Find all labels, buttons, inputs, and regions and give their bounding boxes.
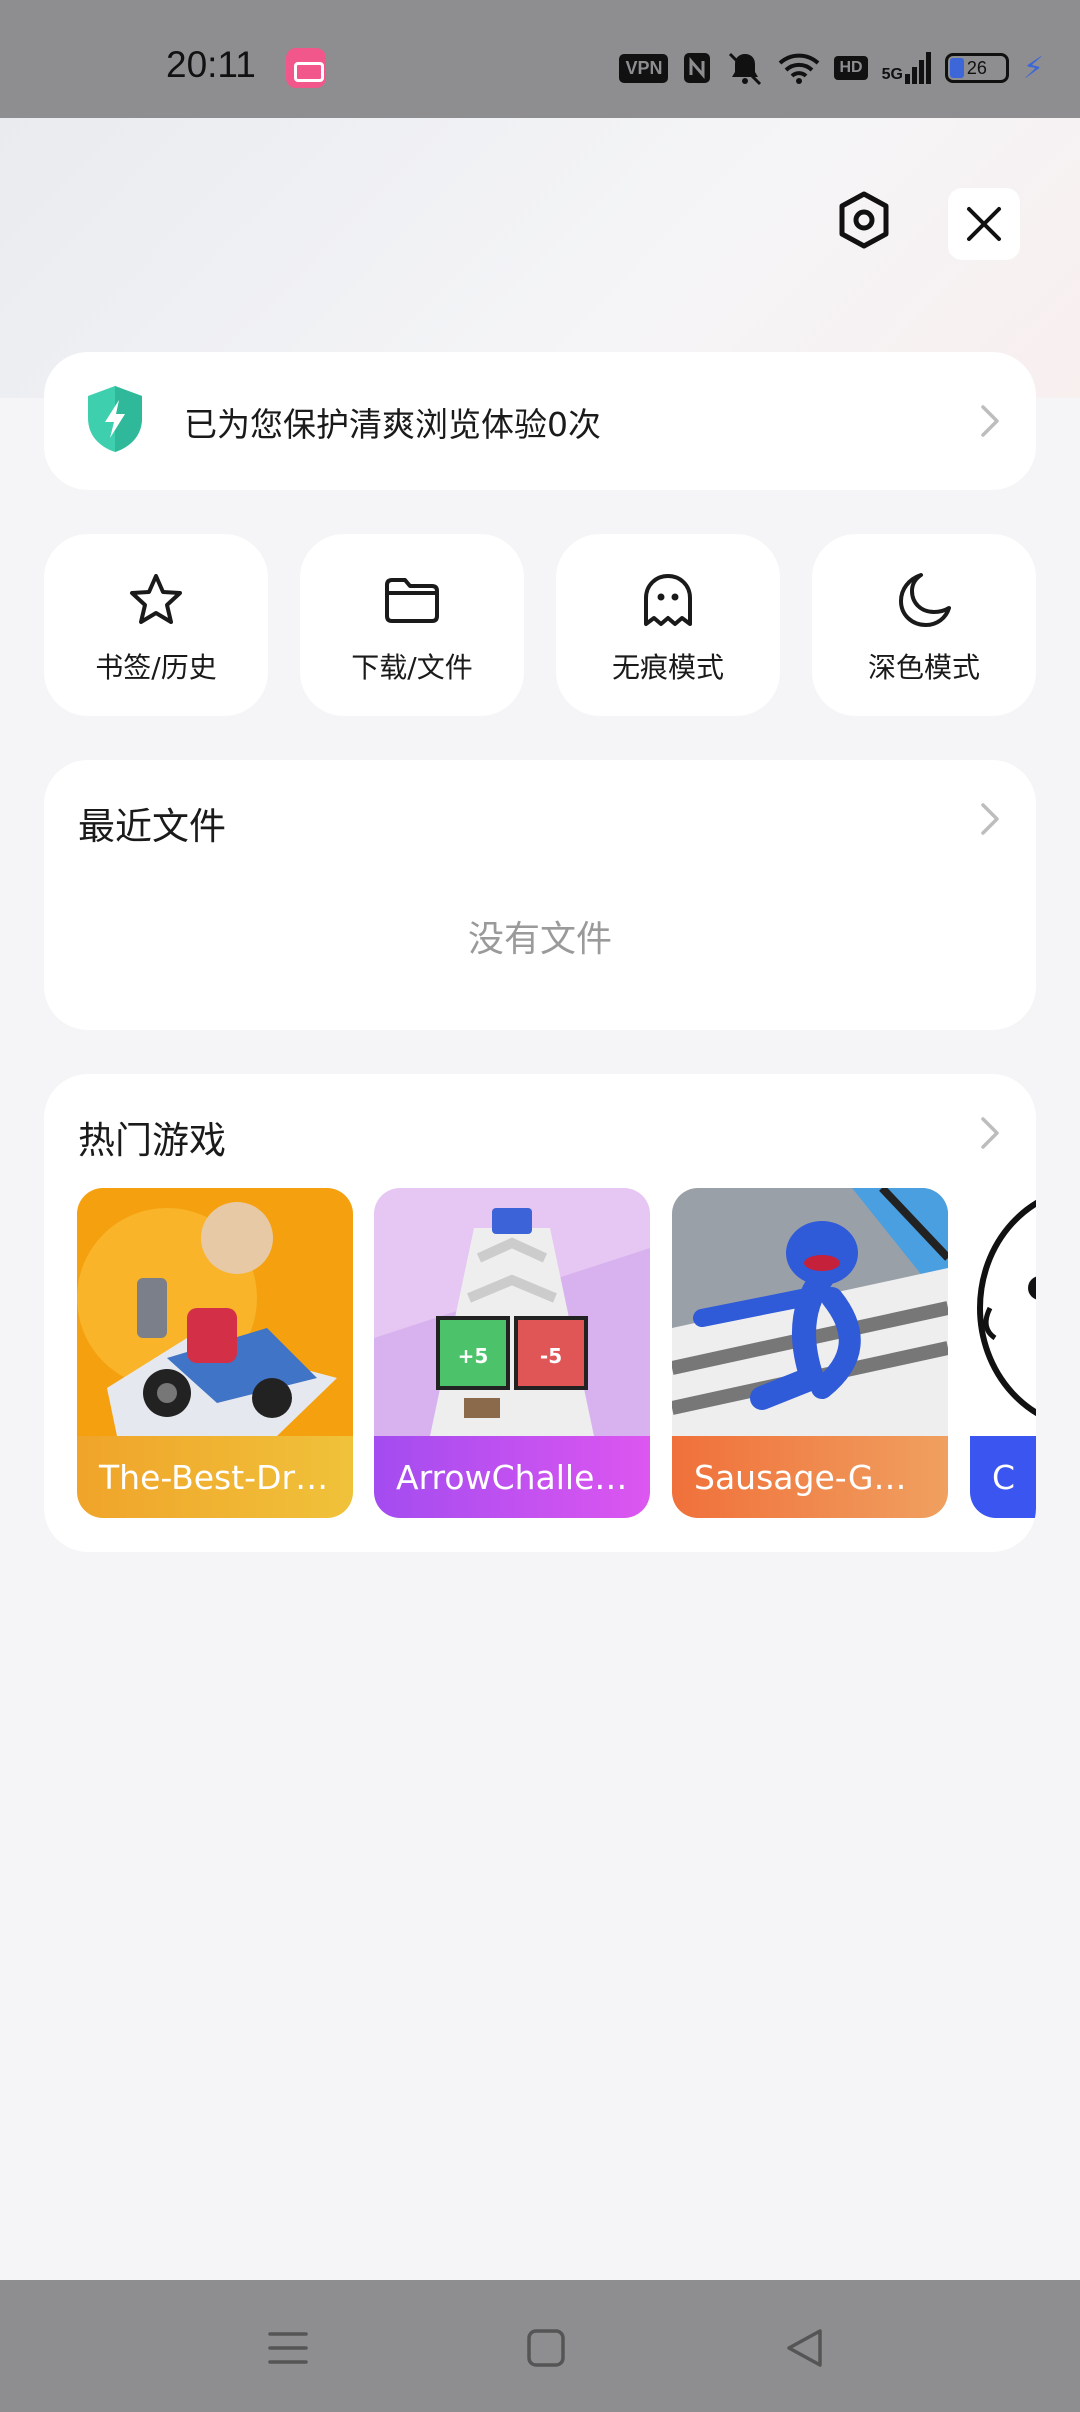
close-icon — [967, 207, 1001, 241]
status-time: 20:11 — [166, 44, 256, 85]
charging-icon: ⚡ — [1022, 50, 1044, 86]
game-thumbnail — [672, 1188, 948, 1436]
game-card[interactable]: +5 -5 ArrowChallen... — [374, 1188, 650, 1518]
empty-files-text: 没有文件 — [467, 919, 612, 960]
star-icon — [130, 574, 182, 624]
chevron-right-icon[interactable] — [980, 1116, 1000, 1150]
quick-action-label: 下载/文件 — [351, 651, 473, 684]
game-card[interactable]: C — [970, 1188, 1036, 1518]
status-icons: VPN HD 5G 26 ⚡ — [619, 46, 1044, 90]
protection-text: 已为您保护清爽浏览体验0次 — [184, 405, 601, 444]
incognito-mode-button[interactable]: 无痕模式 — [556, 534, 780, 716]
settings-button[interactable] — [832, 188, 896, 252]
signal-icon: 5G — [882, 52, 931, 84]
game-card[interactable]: Sausage-Guy... — [672, 1188, 948, 1518]
chevron-right-icon[interactable] — [980, 802, 1000, 836]
recent-files-card: 最近文件 没有文件 — [44, 760, 1036, 1030]
hot-games-card: 热门游戏 The-Best-Dri... +5 -5 ArrowChallen.… — [44, 1074, 1036, 1552]
recent-files-title[interactable]: 最近文件 — [78, 796, 226, 850]
game-card[interactable]: The-Best-Dri... — [77, 1188, 353, 1518]
game-name: The-Best-Dri... — [77, 1436, 353, 1518]
folder-icon — [385, 578, 439, 623]
moon-icon — [899, 573, 951, 627]
quick-action-label: 无痕模式 — [611, 651, 724, 684]
svg-text:+5: +5 — [458, 1344, 489, 1368]
game-name: ArrowChallen... — [374, 1436, 650, 1518]
mute-bell-icon — [729, 52, 762, 86]
quick-action-label: 书签/历史 — [95, 651, 217, 684]
game-name: C — [970, 1436, 1036, 1518]
ghost-icon — [644, 574, 692, 626]
back-button[interactable] — [776, 2320, 832, 2376]
menu-icon — [268, 2332, 308, 2364]
svg-text:-5: -5 — [540, 1344, 562, 1368]
status-bar: 20:11 VPN HD 5G 26 ⚡ — [0, 0, 1080, 118]
hot-games-title[interactable]: 热门游戏 — [78, 1110, 226, 1164]
battery-icon: 26 — [944, 53, 1009, 83]
chevron-right-icon — [981, 405, 999, 437]
wifi-icon — [779, 53, 820, 84]
game-thumbnail — [970, 1188, 1036, 1436]
shield-bolt-icon — [88, 386, 142, 452]
downloads-files-button[interactable]: 下载/文件 — [300, 534, 524, 716]
bilibili-app-icon — [286, 48, 326, 88]
dark-mode-button[interactable]: 深色模式 — [812, 534, 1036, 716]
back-triangle-icon — [787, 2329, 822, 2367]
settings-hexagon-icon — [839, 191, 889, 249]
home-square-icon — [527, 2329, 565, 2367]
network-type: 5G — [881, 66, 903, 83]
game-thumbnail: +5 -5 — [374, 1188, 650, 1436]
hd-badge: HD — [834, 56, 868, 80]
nfc-icon — [684, 53, 711, 83]
recent-apps-button[interactable] — [260, 2320, 316, 2376]
quick-action-label: 深色模式 — [867, 651, 980, 684]
protection-card[interactable]: 已为您保护清爽浏览体验0次 — [44, 352, 1036, 490]
home-button[interactable] — [518, 2320, 574, 2376]
vpn-badge: VPN — [619, 53, 669, 83]
game-name: Sausage-Guy... — [672, 1436, 948, 1518]
battery-level: 26 — [966, 57, 987, 78]
navigation-bar — [0, 2280, 1080, 2412]
game-thumbnail — [77, 1188, 353, 1436]
close-button[interactable] — [948, 188, 1020, 260]
bookmarks-history-button[interactable]: 书签/历史 — [44, 534, 268, 716]
